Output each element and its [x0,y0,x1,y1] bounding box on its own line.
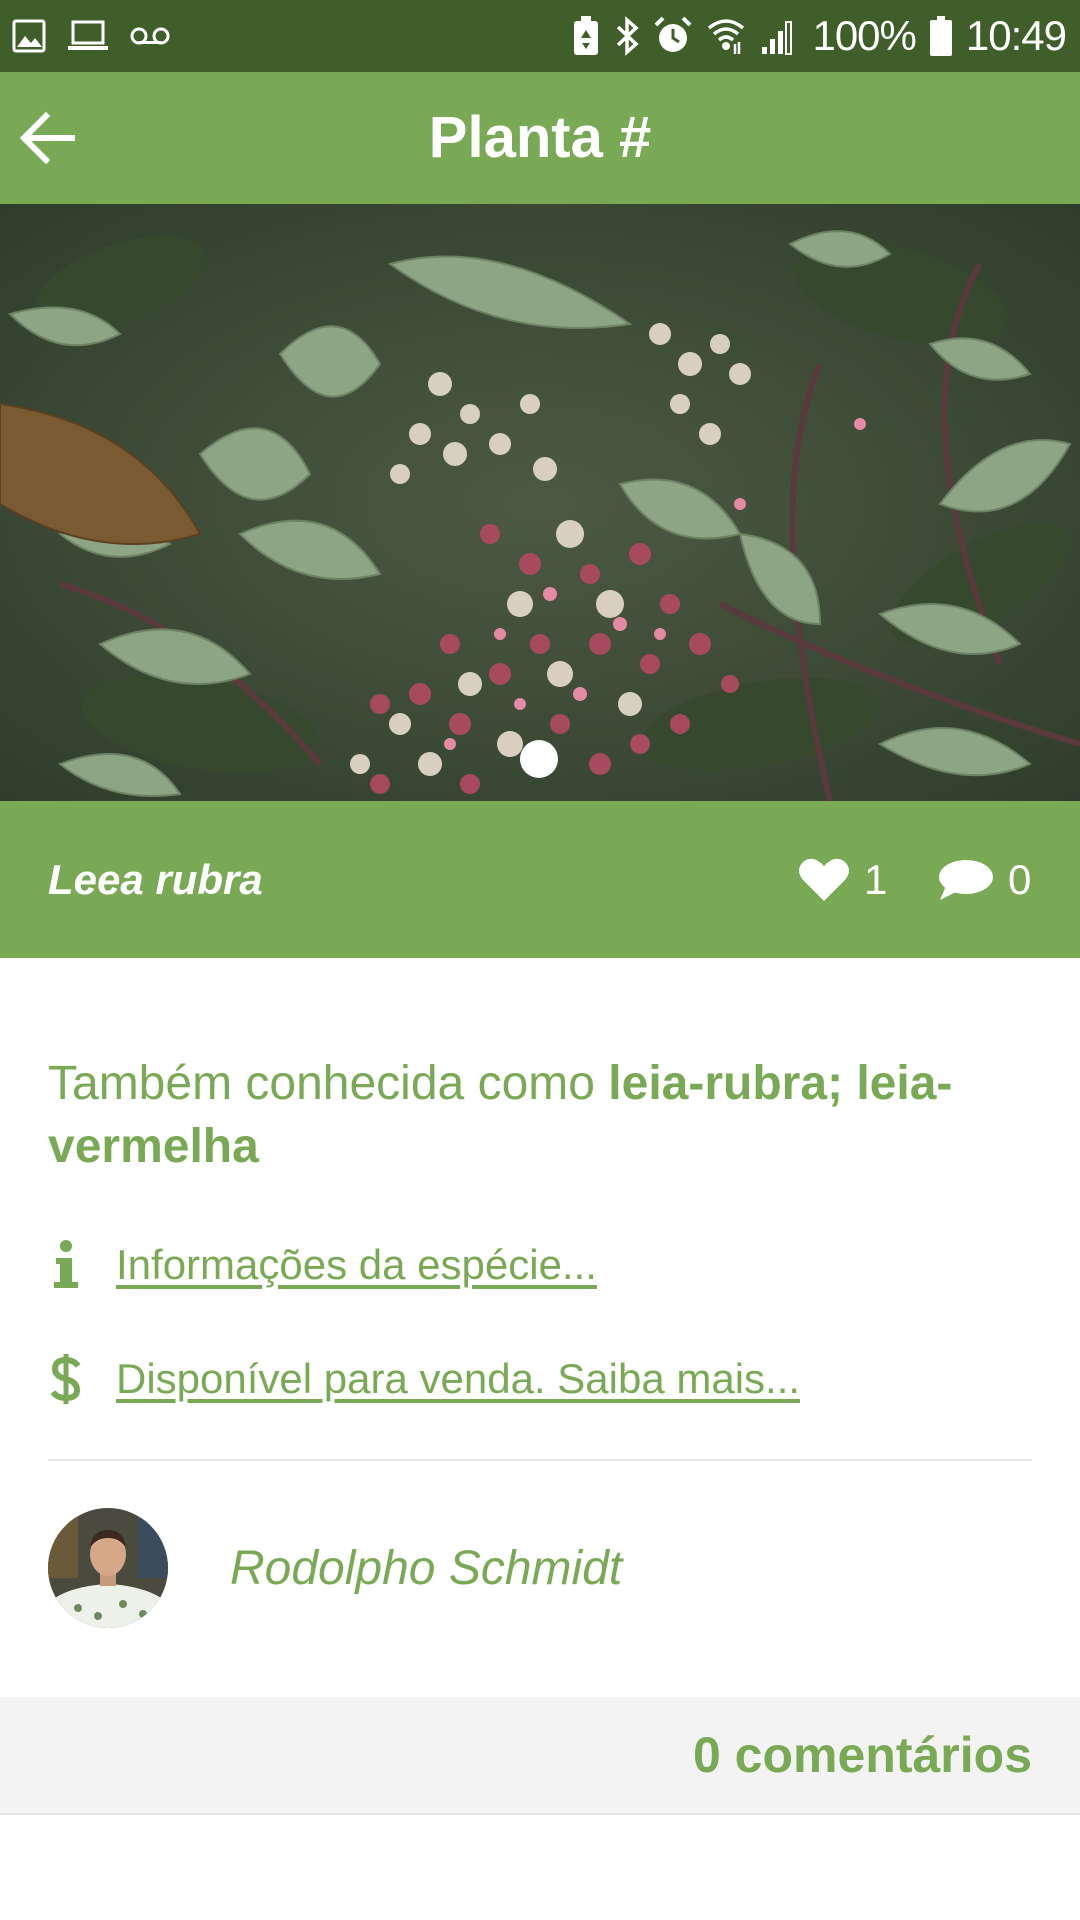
comments-section: 0 comentários [0,1697,1080,1815]
divider [48,1459,1032,1461]
comment-count: 0 [1008,856,1032,903]
battery-saver-icon [574,16,599,55]
alarm-icon [655,16,692,52]
sale-link-text[interactable]: Disponível para venda. Saiba mais... [116,1355,800,1403]
image-icon [12,19,46,53]
author-name[interactable]: Rodolpho Schmidt [230,1541,622,1596]
status-bar: 100% 10:49 [0,0,1080,72]
common-names-prefix: Também conhecida como [48,1057,609,1110]
like-count: 1 [864,856,888,903]
comment-button[interactable]: 0 [938,801,1031,958]
plant-photo[interactable] [0,204,1080,801]
species-info-link[interactable]: Informações da espécie... [48,1230,597,1300]
comments-count-label[interactable]: 0 comentários [693,1697,1032,1813]
page-title: Planta # [428,105,652,170]
plant-photo-image [0,204,1080,801]
dollar-icon [48,1344,104,1414]
common-names: Também conhecida como leia-rubra; leia-v… [48,1052,1038,1178]
info-icon [48,1230,104,1300]
status-right-icons: 100% 10:49 [572,10,1067,62]
clock: 10:49 [965,12,1067,59]
screen: 100% 10:49 Planta # Leea rubra 1 0 També… [0,0,1080,1920]
avatar[interactable] [48,1508,168,1628]
sale-link[interactable]: Disponível para venda. Saiba mais... [48,1344,800,1414]
scientific-name: Leea rubra [48,856,263,903]
heart-icon [799,858,849,901]
bluetooth-icon [617,16,640,56]
status-left-icons [12,14,170,58]
wifi-icon [708,19,745,54]
battery-percent: 100% [812,12,916,59]
laptop-icon [68,20,108,50]
voicemail-icon [130,27,170,45]
species-header-bar: Leea rubra 1 0 [0,801,1080,958]
battery-icon [929,16,952,56]
author-row[interactable]: Rodolpho Schmidt [48,1508,622,1628]
speech-bubble-icon [939,859,993,900]
signal-icon [762,21,793,55]
app-bar: Planta # [0,72,1080,204]
back-button[interactable] [10,100,86,176]
like-button[interactable]: 1 [798,801,887,958]
species-info-link-text[interactable]: Informações da espécie... [116,1241,597,1289]
arrow-left-icon [20,111,75,165]
pager-dot[interactable] [520,740,558,778]
